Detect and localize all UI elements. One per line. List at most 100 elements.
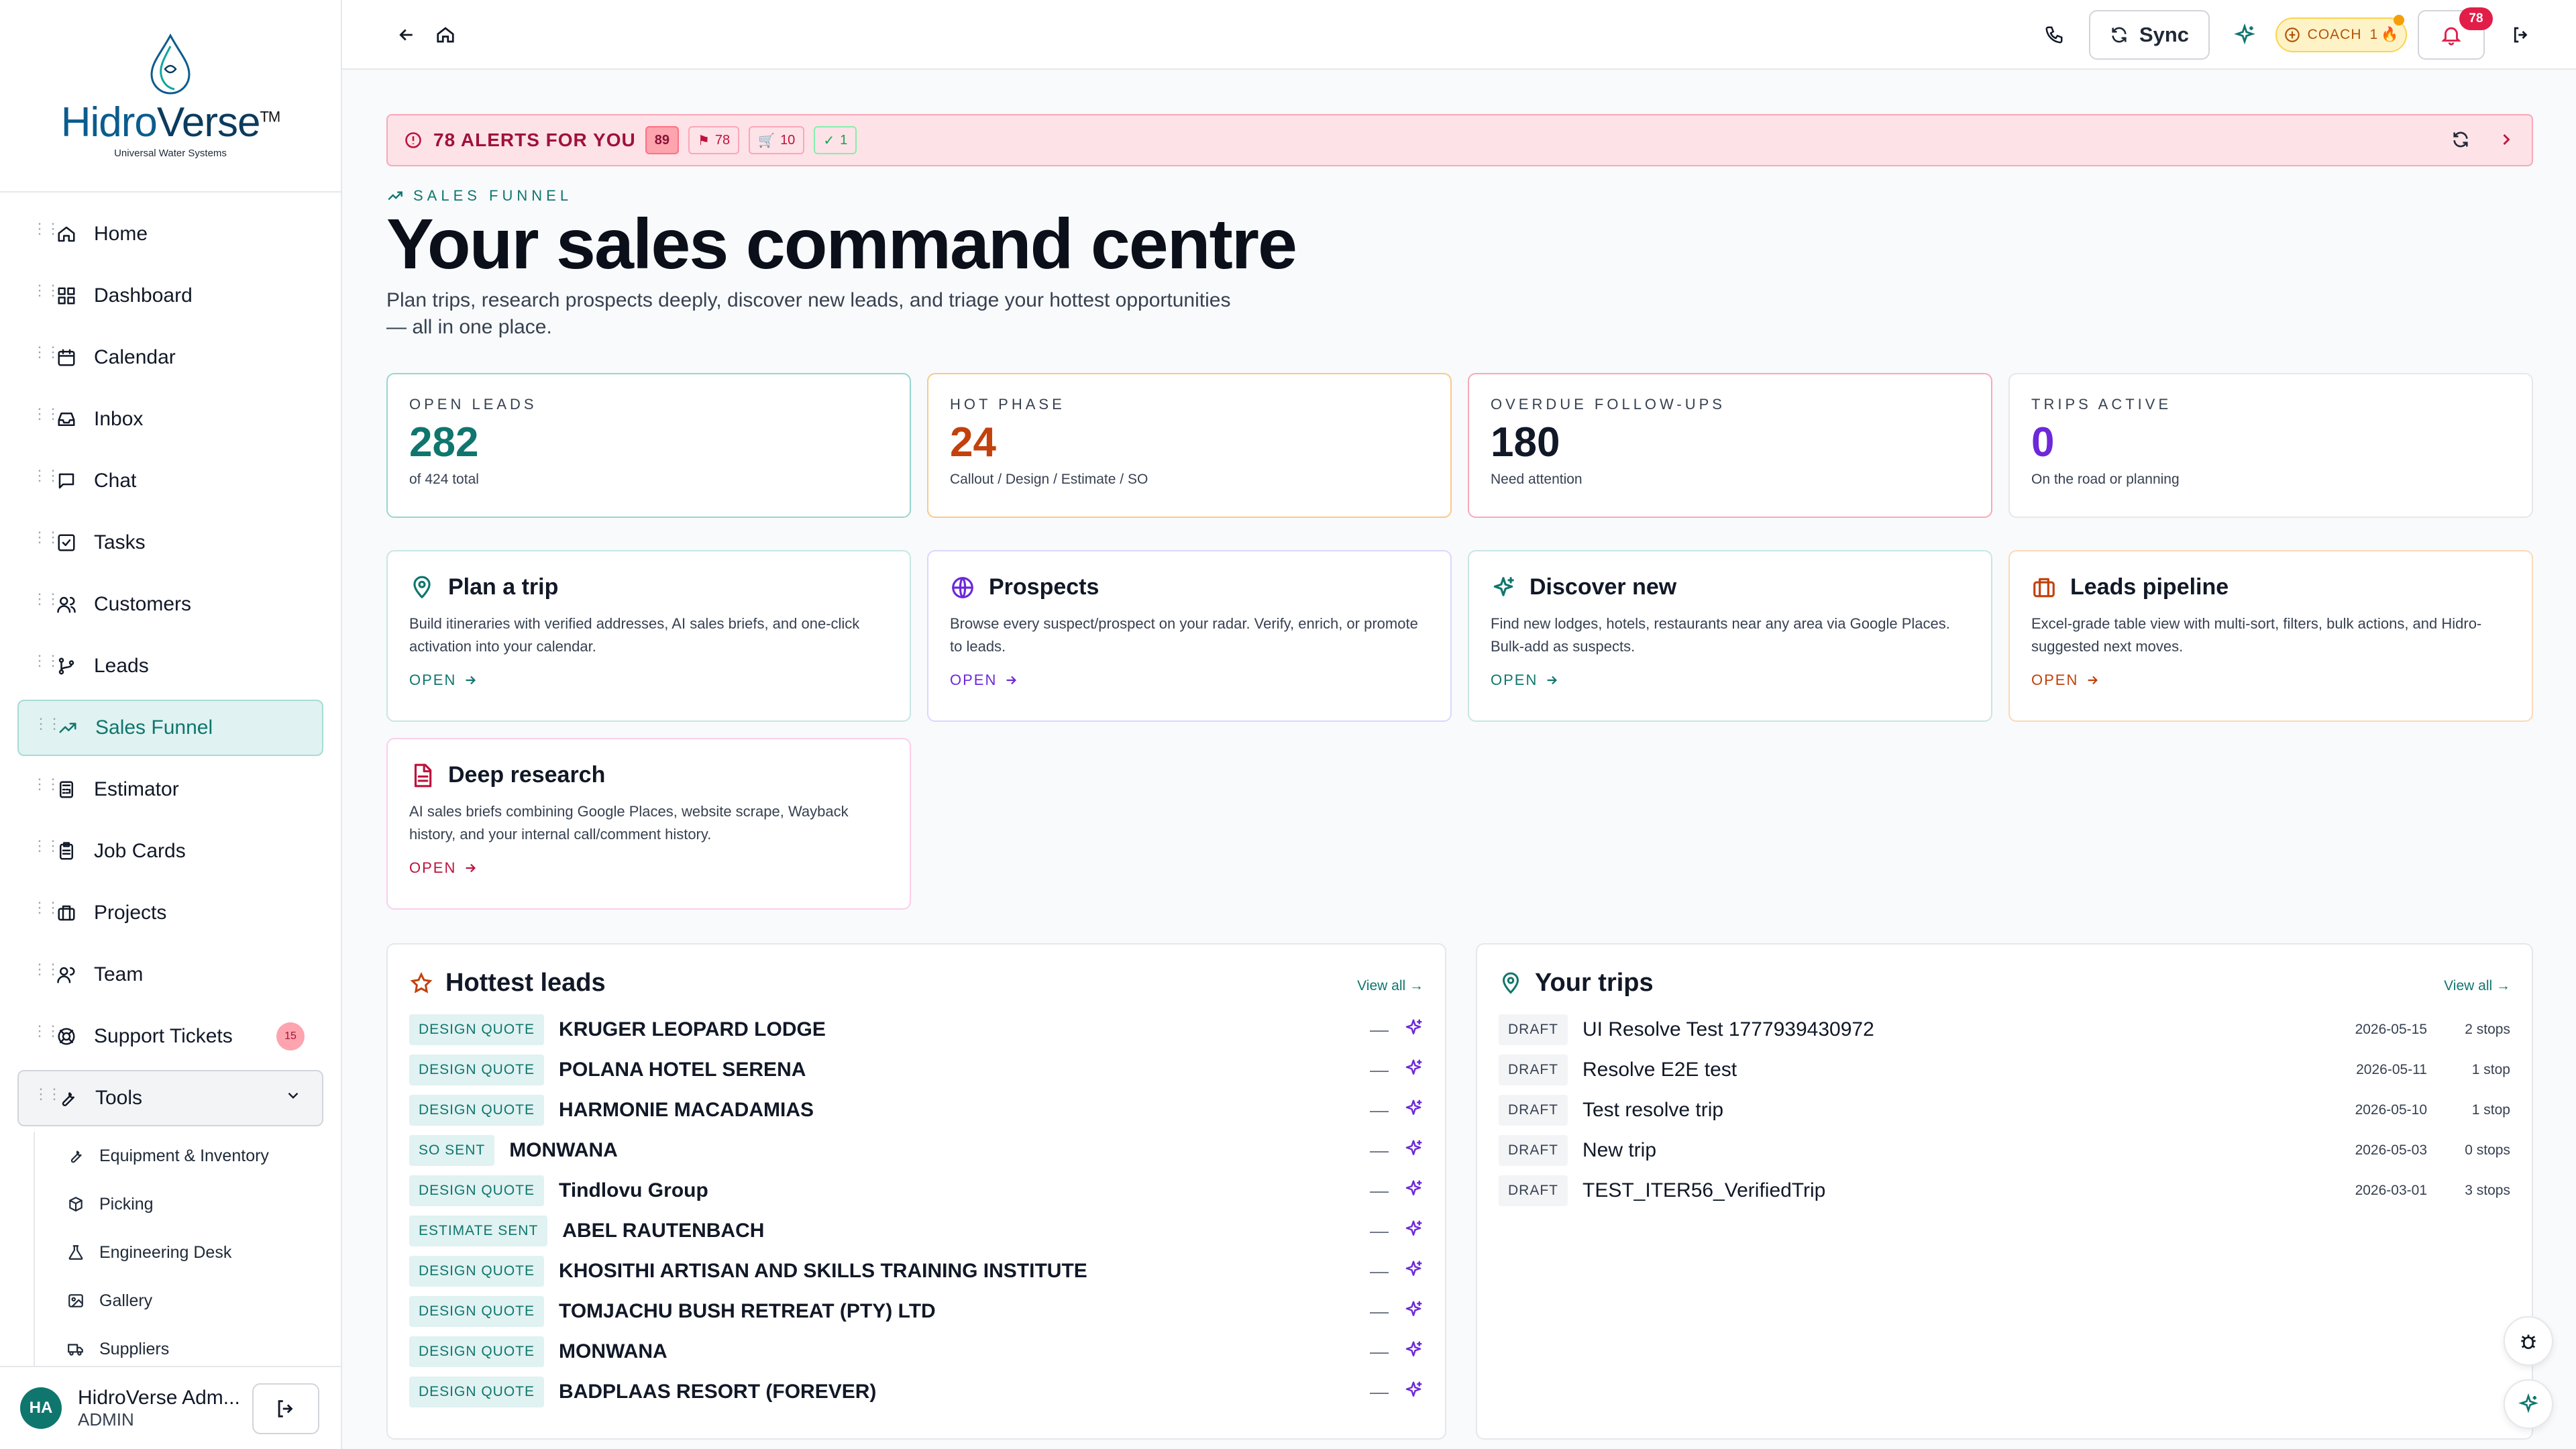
alerts-cart-chip[interactable]: 🛒 10 [749, 126, 805, 154]
sidebar-item-tools[interactable]: ⋮⋮ Tools [17, 1070, 323, 1126]
drag-handle-icon[interactable]: ⋮⋮ [34, 716, 62, 736]
ai-brief-button[interactable] [1403, 1138, 1424, 1163]
nav-card-discover-new[interactable]: Discover new Find new lodges, hotels, res… [1468, 550, 1992, 722]
stat-card-hot-phase[interactable]: HOT PHASE 24 Callout / Design / Estimate /… [927, 373, 1452, 518]
lead-name[interactable]: TOMJACHU BUSH RETREAT (PTY) LTD [559, 1300, 936, 1323]
drag-handle-icon[interactable]: ⋮⋮ [32, 653, 60, 673]
ai-brief-button[interactable] [1403, 1179, 1424, 1203]
avatar[interactable]: HA [20, 1387, 62, 1429]
drag-handle-icon[interactable]: ⋮⋮ [32, 407, 60, 426]
drag-handle-icon[interactable]: ⋮⋮ [32, 777, 60, 796]
stat-card-open-leads[interactable]: OPEN LEADS 282 of 424 total [386, 373, 911, 518]
card-open-link[interactable]: OPEN [409, 859, 888, 877]
alerts-ok-chip[interactable]: ✓ 1 [814, 126, 857, 154]
lead-name[interactable]: KHOSITHI ARTISAN AND SKILLS TRAINING INS… [559, 1260, 1087, 1283]
chevron-down-icon[interactable] [284, 1087, 302, 1110]
hot-lead-row[interactable]: ESTIMATE SENT ABEL RAUTENBACH — [409, 1211, 1424, 1251]
lead-name[interactable]: HARMONIE MACADAMIAS [559, 1099, 814, 1122]
nav-card-plan-a-trip[interactable]: Plan a trip Build itineraries with verifi… [386, 550, 911, 722]
logout-button[interactable] [2506, 20, 2536, 50]
drag-handle-icon[interactable]: ⋮⋮ [32, 839, 60, 858]
ai-brief-button[interactable] [1403, 1098, 1424, 1123]
drag-handle-icon[interactable]: ⋮⋮ [32, 345, 60, 364]
sync-button[interactable]: Sync [2089, 10, 2210, 60]
brand-logo[interactable]: HidroVerseTM Universal Water Systems [0, 0, 341, 193]
trip-row[interactable]: DRAFT TEST_ITER56_VerifiedTrip 2026-03-01 3… [1499, 1171, 2510, 1211]
sidebar-item-projects[interactable]: ⋮⋮ Projects [17, 885, 323, 941]
card-open-link[interactable]: OPEN [409, 672, 888, 689]
sidebar-item-job-cards[interactable]: ⋮⋮ Job Cards [17, 823, 323, 879]
trip-row[interactable]: DRAFT Test resolve trip 2026-05-10 1 stop [1499, 1090, 2510, 1130]
drag-handle-icon[interactable]: ⋮⋮ [32, 283, 60, 303]
tools-item-gallery[interactable]: Gallery [35, 1277, 341, 1325]
lead-name[interactable]: POLANA HOTEL SERENA [559, 1059, 806, 1081]
stat-card-trips-active[interactable]: TRIPS ACTIVE 0 On the road or planning [2008, 373, 2533, 518]
tools-item-engineering-desk[interactable]: Engineering Desk [35, 1228, 341, 1277]
tools-item-equipment-inventory[interactable]: Equipment & Inventory [35, 1132, 341, 1180]
drag-handle-icon[interactable]: ⋮⋮ [32, 468, 60, 488]
trip-row[interactable]: DRAFT New trip 2026-05-03 0 stops [1499, 1130, 2510, 1171]
coach-button[interactable]: COACH 1 🔥 [2275, 15, 2407, 52]
sidebar-item-leads[interactable]: ⋮⋮ Leads [17, 638, 323, 694]
trip-name[interactable]: TEST_ITER56_VerifiedTrip [1582, 1179, 1825, 1202]
home-button[interactable] [431, 20, 460, 50]
alerts-urgent-chip[interactable]: ⚑ 78 [688, 126, 740, 154]
hottest-view-all-link[interactable]: View all → [1357, 978, 1424, 994]
drag-handle-icon[interactable]: ⋮⋮ [32, 962, 60, 981]
lead-name[interactable]: MONWANA [559, 1340, 667, 1363]
ai-brief-button[interactable] [1403, 1340, 1424, 1364]
hot-lead-row[interactable]: SO SENT MONWANA — [409, 1130, 1424, 1171]
hot-lead-row[interactable]: DESIGN QUOTE POLANA HOTEL SERENA — [409, 1050, 1424, 1090]
hot-lead-row[interactable]: DESIGN QUOTE BADPLAAS RESORT (FOREVER) — [409, 1372, 1424, 1412]
lead-name[interactable]: BADPLAAS RESORT (FOREVER) [559, 1381, 876, 1403]
card-open-link[interactable]: OPEN [1491, 672, 1970, 689]
hot-lead-row[interactable]: DESIGN QUOTE HARMONIE MACADAMIAS — [409, 1090, 1424, 1130]
drag-handle-icon[interactable]: ⋮⋮ [34, 1087, 62, 1106]
hot-lead-row[interactable]: DESIGN QUOTE Tindlovu Group — [409, 1171, 1424, 1211]
drag-handle-icon[interactable]: ⋮⋮ [32, 592, 60, 611]
ai-chat-fab[interactable] [2504, 1379, 2553, 1429]
drag-handle-icon[interactable]: ⋮⋮ [32, 900, 60, 920]
sidebar-item-team[interactable]: ⋮⋮ Team [17, 947, 323, 1003]
ai-brief-button[interactable] [1403, 1219, 1424, 1244]
chevron-right-icon[interactable] [2497, 130, 2516, 149]
trip-row[interactable]: DRAFT UI Resolve Test 1777939430972 2026-0… [1499, 1010, 2510, 1050]
lead-name[interactable]: Tindlovu Group [559, 1179, 708, 1202]
ai-brief-button[interactable] [1403, 1299, 1424, 1324]
ai-brief-button[interactable] [1403, 1058, 1424, 1083]
stat-card-overdue-follow-ups[interactable]: OVERDUE FOLLOW-UPS 180 Need attention [1468, 373, 1992, 518]
card-open-link[interactable]: OPEN [950, 672, 1429, 689]
alerts-banner[interactable]: 78 ALERTS FOR YOU 89 ⚑ 78 🛒 10 ✓ 1 [386, 114, 2533, 166]
nav-card-leads-pipeline[interactable]: Leads pipeline Excel-grade table view wit… [2008, 550, 2533, 722]
sidebar-item-estimator[interactable]: ⋮⋮ Estimator [17, 761, 323, 818]
hot-lead-row[interactable]: DESIGN QUOTE MONWANA — [409, 1332, 1424, 1372]
card-open-link[interactable]: OPEN [2031, 672, 2510, 689]
refresh-alerts-icon[interactable] [2451, 130, 2470, 149]
lead-name[interactable]: KRUGER LEOPARD LODGE [559, 1018, 826, 1041]
trip-name[interactable]: Test resolve trip [1582, 1099, 1723, 1122]
sidebar-item-calendar[interactable]: ⋮⋮ Calendar [17, 329, 323, 386]
back-button[interactable] [392, 20, 421, 50]
drag-handle-icon[interactable]: ⋮⋮ [32, 1024, 60, 1043]
trip-row[interactable]: DRAFT Resolve E2E test 2026-05-11 1 stop [1499, 1050, 2510, 1090]
lead-name[interactable]: MONWANA [509, 1139, 618, 1162]
hot-lead-row[interactable]: DESIGN QUOTE KHOSITHI ARTISAN AND SKILLS … [409, 1251, 1424, 1291]
sidebar-item-home[interactable]: ⋮⋮ Home [17, 206, 323, 262]
sidebar-item-dashboard[interactable]: ⋮⋮ Dashboard [17, 268, 323, 324]
sidebar-item-support-tickets[interactable]: ⋮⋮ Support Tickets 15 [17, 1008, 323, 1065]
hot-lead-row[interactable]: DESIGN QUOTE TOMJACHU BUSH RETREAT (PTY) … [409, 1291, 1424, 1332]
trip-name[interactable]: UI Resolve Test 1777939430972 [1582, 1018, 1874, 1041]
phone-button[interactable] [2039, 20, 2069, 50]
ai-assistant-button[interactable] [2229, 19, 2261, 51]
sidebar-logout-button[interactable] [252, 1383, 319, 1434]
trips-view-all-link[interactable]: View all → [2444, 978, 2510, 994]
trip-name[interactable]: New trip [1582, 1139, 1656, 1162]
ai-brief-button[interactable] [1403, 1259, 1424, 1284]
sidebar-item-customers[interactable]: ⋮⋮ Customers [17, 576, 323, 633]
ai-brief-button[interactable] [1403, 1018, 1424, 1042]
ai-brief-button[interactable] [1403, 1380, 1424, 1405]
hot-lead-row[interactable]: DESIGN QUOTE KRUGER LEOPARD LODGE — [409, 1010, 1424, 1050]
sidebar-item-chat[interactable]: ⋮⋮ Chat [17, 453, 323, 509]
tools-item-picking[interactable]: Picking [35, 1180, 341, 1228]
sidebar-item-tasks[interactable]: ⋮⋮ Tasks [17, 515, 323, 571]
